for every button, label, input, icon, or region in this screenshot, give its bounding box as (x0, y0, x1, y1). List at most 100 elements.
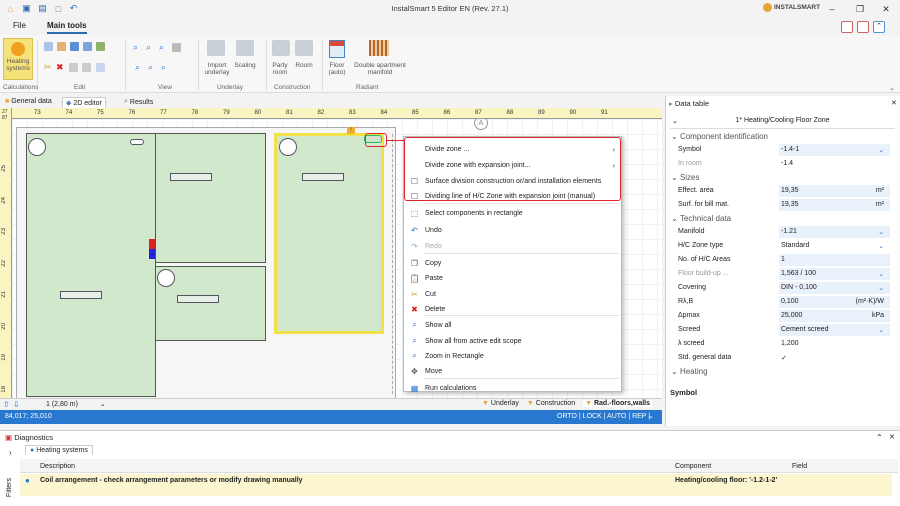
zoom-out-icon[interactable]: ⌕ (159, 42, 164, 53)
restore-button[interactable]: ❐ (850, 2, 870, 16)
filters-tab[interactable]: Filters (6, 478, 13, 497)
redo-icon: ↷ (411, 241, 418, 251)
level-up-icon[interactable]: ⇧ (3, 400, 10, 409)
ruler-tick-label: 73 (34, 110, 41, 116)
layers-icon[interactable] (841, 21, 853, 33)
properties-icon[interactable] (83, 42, 92, 51)
ribbon-expand-icon[interactable]: ⌄ (889, 84, 895, 92)
prop-value[interactable]: 19,35 m² (779, 198, 890, 211)
context-menu-item[interactable]: ✂ Cut (404, 286, 623, 302)
palette-icon[interactable] (857, 21, 869, 33)
redo-icon[interactable] (69, 63, 78, 72)
floor-auto-button[interactable]: Floor (auto) (324, 62, 350, 76)
layer-underlay[interactable]: ▼ Underlay (482, 400, 519, 407)
menu-file[interactable]: File (13, 21, 26, 30)
pan-icon[interactable]: ⌕ (148, 62, 153, 73)
zone-tag (177, 295, 219, 303)
zoom-prev-icon[interactable]: ⌕ (161, 62, 166, 73)
layer-label: Rad.-floors,walls (593, 400, 650, 407)
context-menu-item[interactable]: ✥ Move (404, 363, 623, 379)
context-menu-item[interactable]: ▦ Run calculations (404, 380, 623, 396)
tab-results[interactable]: ⌕ Results (121, 97, 156, 107)
import-underlay-button[interactable]: Import underlay (201, 62, 233, 76)
prop-value[interactable]: 19,35 m² (779, 184, 890, 197)
close-diagnostics-icon[interactable]: ✕ (889, 433, 895, 441)
prop-key: Surf. for bill mat. (678, 201, 729, 209)
room-button[interactable]: Room (291, 62, 317, 69)
section-heating[interactable]: ⌄ Heating (668, 365, 893, 378)
diagnostics-header: ▣ Diagnostics (5, 433, 53, 442)
context-menu-item[interactable]: ❐ Copy (404, 255, 623, 271)
collapse-ribbon-icon[interactable]: ⌃ (873, 21, 885, 33)
context-menu-item[interactable]: ⌕ Show all (404, 317, 623, 333)
prop-value[interactable]: DIN - 0,100 ⌄ (779, 281, 890, 294)
prop-value[interactable]: 1,563 / 100 ⌄ (779, 267, 890, 280)
chevron-down-icon[interactable]: ⌄ (648, 412, 654, 420)
cut-icon[interactable]: ✂ (44, 62, 52, 73)
prop-value[interactable]: Standard ⌄ (779, 239, 890, 252)
prop-value-text: -1.4-1 (781, 146, 800, 154)
view-mode-icon[interactable] (172, 43, 181, 52)
snap-modes[interactable]: ORTO | LOCK | AUTO | REP | (557, 413, 650, 420)
check-icon[interactable] (82, 63, 91, 72)
component-selector[interactable]: ⌄ 1* Heating/Cooling Floor Zone (670, 113, 895, 129)
ribbon-divider (266, 40, 267, 90)
context-menu-label: Select components in rectangle (425, 209, 523, 217)
tab-2d-editor[interactable]: ◆ 2D editor (62, 97, 106, 108)
ruler-tick-label: 21 (1, 291, 7, 298)
prop-value[interactable]: -1.21 ⌄ (779, 225, 890, 238)
zoom-all-icon[interactable]: ⌕ (133, 42, 138, 53)
manifold-marker[interactable] (149, 239, 155, 259)
undo-edit-icon[interactable] (70, 42, 79, 51)
prop-value[interactable]: 25,000 kPa (779, 309, 890, 322)
prop-key: Manifold (678, 228, 705, 236)
prop-key: Δpmax (678, 312, 700, 320)
prop-value[interactable]: -1.4-1 ⌄ (779, 143, 890, 156)
group-edit: Edit (74, 84, 86, 91)
layer-radiant[interactable]: ▼ Rad.-floors,walls (583, 400, 652, 407)
ruler-tick-label: 79 (223, 110, 230, 116)
room-zone-2[interactable] (155, 133, 266, 263)
delete-icon[interactable]: ✖ (56, 62, 64, 73)
level-select[interactable]: 1 (2,80 m) ⌄ (46, 400, 106, 408)
section-technical[interactable]: ⌄ Technical data (668, 212, 893, 225)
room-zone-selected[interactable] (274, 133, 384, 334)
context-menu-item[interactable]: ⌕ Show all from active edit scope (404, 333, 623, 349)
section-sizes[interactable]: ⌄ Sizes (668, 171, 893, 184)
close-button[interactable]: ✕ (876, 2, 896, 16)
context-menu-item[interactable]: ⬚ Select components in rectangle (404, 205, 623, 221)
warning-icon[interactable]: ! (347, 127, 355, 134)
scaling-button[interactable]: Scaling (232, 62, 258, 69)
context-menu-item[interactable]: 📋 Paste (404, 270, 623, 286)
prop-value[interactable]: Cement screed ⌄ (779, 323, 890, 336)
double-manifold-button[interactable]: Double apartment manifold (350, 62, 410, 76)
heating-systems-button[interactable]: Heating systems (3, 38, 33, 80)
prop-value[interactable]: 0,100 (m²·K)/W (779, 295, 890, 308)
zoom-rect-icon[interactable]: ⌕ (135, 62, 140, 73)
zoom-in-icon[interactable]: ⌕ (146, 42, 151, 53)
layer-construction[interactable]: ▼ Construction (527, 400, 575, 407)
tab-heating-systems[interactable]: ● Heating systems (25, 445, 93, 455)
tab-general-data[interactable]: ■ General data (2, 97, 55, 106)
grid-icon[interactable] (44, 42, 53, 51)
context-menu-item[interactable]: ↷ Redo (404, 238, 623, 254)
prop-value[interactable]: 1,200 (779, 337, 890, 350)
prop-value-text: ✓ (781, 354, 787, 362)
expand-icon[interactable]: › (9, 448, 12, 457)
prop-value[interactable]: 1 (779, 253, 890, 266)
context-menu-item[interactable]: ↶ Undo (404, 222, 623, 238)
section-component[interactable]: ⌄ Component identification (668, 130, 893, 143)
menu-main-tools[interactable]: Main tools (47, 21, 87, 34)
minimize-button[interactable]: – (822, 2, 842, 16)
text-icon[interactable] (96, 63, 105, 72)
copy-icon[interactable] (57, 42, 66, 51)
party-room-button[interactable]: Party room (268, 62, 292, 76)
room-zone-1[interactable] (26, 133, 156, 397)
chevron-up-icon[interactable]: ⌃ (876, 433, 883, 442)
prop-value[interactable]: ✓ (779, 351, 890, 364)
prop-value[interactable]: -1.4 (779, 157, 890, 170)
edit-icon[interactable] (96, 42, 105, 51)
context-menu-item[interactable]: ⌕ Zoom in Rectangle (404, 348, 623, 364)
close-panel-icon[interactable]: ✕ (891, 99, 897, 107)
level-down-icon[interactable]: ⇩ (13, 400, 20, 409)
